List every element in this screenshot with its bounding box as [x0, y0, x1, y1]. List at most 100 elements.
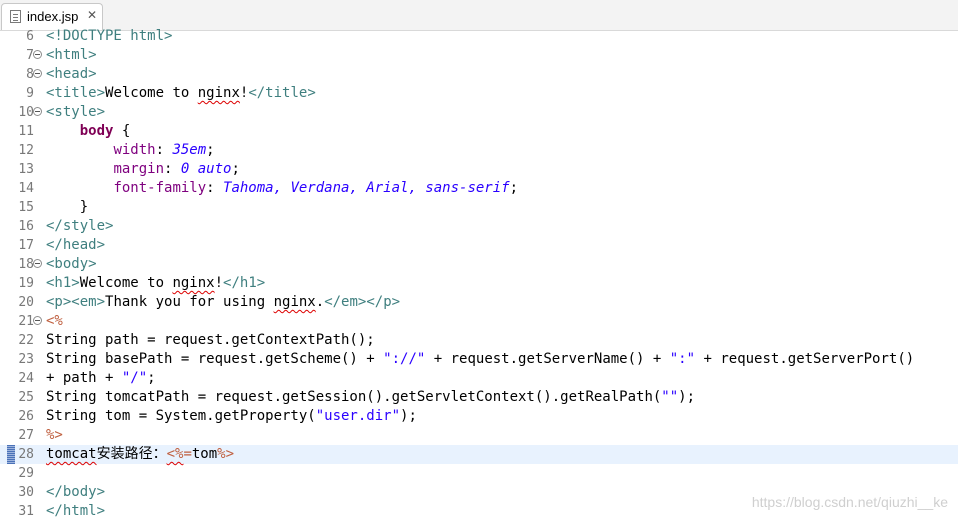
- code-token: .: [315, 294, 325, 310]
- code-text: + path + "/";: [46, 369, 156, 388]
- file-icon: [10, 10, 21, 23]
- line-number: 12: [18, 143, 34, 158]
- code-line[interactable]: 15 }: [0, 198, 958, 217]
- line-number: 15: [18, 200, 34, 215]
- code-token: %>: [217, 446, 235, 462]
- code-line[interactable]: 29: [0, 464, 958, 483]
- code-token: </head>: [46, 237, 106, 253]
- code-text: font-family: Tahoma, Verdana, Arial, san…: [46, 179, 518, 198]
- code-token: </body>: [46, 484, 106, 500]
- code-line[interactable]: 25 String tomcatPath = request.getSession…: [0, 388, 958, 407]
- code-line[interactable]: 19 <h1>Welcome to nginx!</h1>: [0, 274, 958, 293]
- code-text: tomcat安装路径：<%=tom%>: [46, 445, 234, 464]
- code-line[interactable]: 11 body {: [0, 122, 958, 141]
- code-token: <title>: [46, 85, 106, 101]
- code-token: "://": [383, 351, 426, 367]
- code-text: </head>: [46, 236, 105, 255]
- code-token: String tomcatPath = request.getSession()…: [46, 389, 662, 405]
- code-line[interactable]: 21 <%: [0, 312, 958, 331]
- code-token: =: [183, 446, 192, 462]
- code-token: width: [113, 142, 156, 158]
- fold-toggle-icon[interactable]: [33, 50, 42, 59]
- tab-label: index.jsp: [27, 9, 79, 24]
- code-text: <style>: [46, 103, 105, 122]
- code-token: String path = request.getContextPath();: [46, 332, 375, 348]
- code-line[interactable]: 23 String basePath = request.getScheme() …: [0, 350, 958, 369]
- code-token: ":": [669, 351, 696, 367]
- code-line[interactable]: 12 width: 35em;: [0, 141, 958, 160]
- line-number: 9: [26, 86, 34, 101]
- code-token: Tahoma, Verdana, Arial, sans-serif: [223, 180, 510, 196]
- code-token: ;: [509, 180, 519, 196]
- code-line[interactable]: 8 <head>: [0, 65, 958, 84]
- fold-toggle-icon[interactable]: [33, 259, 42, 268]
- code-text: <title>Welcome to nginx!</title>: [46, 84, 316, 103]
- code-token: <%: [46, 313, 63, 329]
- code-token: 35em: [172, 142, 207, 158]
- fold-toggle-icon[interactable]: [33, 107, 42, 116]
- close-icon[interactable]: ✕: [87, 8, 97, 22]
- code-line[interactable]: 28 tomcat安装路径：<%=tom%>: [0, 445, 958, 464]
- code-token: </html>: [46, 503, 106, 519]
- code-token: <html>: [46, 47, 97, 63]
- code-token: 安装路径：: [96, 446, 167, 462]
- code-token: "user.dir": [315, 408, 401, 424]
- code-token: font-family: [113, 180, 207, 196]
- code-text: String tomcatPath = request.getSession()…: [46, 388, 695, 407]
- code-token: "/": [121, 370, 148, 386]
- code-text: <h1>Welcome to nginx!</h1>: [46, 274, 265, 293]
- line-number: 17: [18, 238, 34, 253]
- code-token: <head>: [46, 66, 97, 82]
- code-line[interactable]: 27 %>: [0, 426, 958, 445]
- code-token: }: [46, 199, 89, 215]
- code-token: <body>: [46, 256, 97, 272]
- code-line[interactable]: 24 + path + "/";: [0, 369, 958, 388]
- code-line[interactable]: 17 </head>: [0, 236, 958, 255]
- code-line[interactable]: 18 <body>: [0, 255, 958, 274]
- code-line[interactable]: 20 <p><em>Thank you for using nginx.</em>…: [0, 293, 958, 312]
- code-editor[interactable]: 6 <!DOCTYPE html> 7 <html> 8 <head> 9 <title>We…: [0, 28, 958, 521]
- line-number: 27: [18, 428, 34, 443]
- line-number: 21: [18, 314, 34, 329]
- code-text: <head>: [46, 65, 97, 84]
- code-text: </body>: [46, 483, 105, 502]
- code-line[interactable]: 13 margin: 0 auto;: [0, 160, 958, 179]
- code-line[interactable]: 6 <!DOCTYPE html>: [0, 27, 958, 46]
- code-text: String basePath = request.getScheme() + …: [46, 350, 914, 369]
- code-token: nginx: [197, 85, 240, 101]
- tab-index-jsp[interactable]: index.jsp ✕: [1, 3, 103, 30]
- code-line[interactable]: 9 <title>Welcome to nginx!</title>: [0, 84, 958, 103]
- code-text: <%: [46, 312, 63, 331]
- code-token: tomcat: [46, 446, 97, 462]
- code-text: }: [46, 198, 88, 217]
- code-text: String path = request.getContextPath();: [46, 331, 375, 350]
- code-token: %>: [46, 427, 63, 443]
- code-token: 0 auto: [180, 161, 232, 177]
- code-line[interactable]: 14 font-family: Tahoma, Verdana, Arial, …: [0, 179, 958, 198]
- line-number: 24: [18, 371, 34, 386]
- code-token: <h1>: [46, 275, 80, 291]
- code-token: nginx: [172, 275, 215, 291]
- code-line[interactable]: 22 String path = request.getContextPath()…: [0, 331, 958, 350]
- line-number: 30: [18, 485, 34, 500]
- line-number: 20: [18, 295, 34, 310]
- line-number: 23: [18, 352, 34, 367]
- fold-toggle-icon[interactable]: [33, 316, 42, 325]
- code-token: ;: [231, 161, 240, 177]
- line-number: 29: [18, 466, 34, 481]
- code-token: ;: [147, 370, 156, 386]
- code-token: + path +: [46, 370, 122, 386]
- line-number: 10: [18, 105, 34, 120]
- code-line[interactable]: 7 <html>: [0, 46, 958, 65]
- line-number: 26: [18, 409, 34, 424]
- code-text: body {: [46, 122, 131, 141]
- code-line[interactable]: 10 <style>: [0, 103, 958, 122]
- fold-toggle-icon[interactable]: [33, 69, 42, 78]
- code-text: <!DOCTYPE html>: [46, 27, 172, 46]
- code-line[interactable]: 26 String tom = System.getProperty("user.…: [0, 407, 958, 426]
- line-number: 28: [18, 447, 34, 462]
- code-token: :: [164, 161, 181, 177]
- watermark: https://blog.csdn.net/qiuzhi__ke: [751, 494, 948, 510]
- code-line[interactable]: 16 </style>: [0, 217, 958, 236]
